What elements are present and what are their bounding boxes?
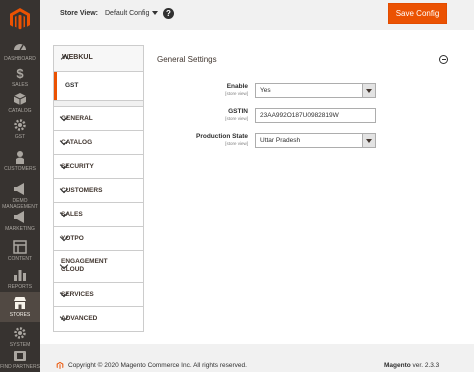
bar-chart-icon [14, 270, 26, 281]
store-icon [14, 297, 26, 309]
partners-icon [14, 351, 26, 361]
nav-stores[interactable]: Stores [0, 292, 40, 322]
gear-icon [14, 119, 26, 131]
magento-logo-small [56, 361, 64, 369]
nav-marketing-label: Marketing [5, 226, 35, 232]
nav-reports-label: Reports [7, 284, 33, 290]
tab-engagement-cloud[interactable]: ENGAGEMENT CLOUD [54, 251, 143, 283]
enable-value: Yes [260, 87, 271, 94]
tab-advanced[interactable]: ADVANCED [54, 307, 143, 331]
production-state-select[interactable]: Uttar Pradesh [255, 133, 376, 148]
gstin-label: GSTIN [228, 108, 248, 115]
nav-gst[interactable]: GST [0, 114, 40, 148]
nav-marketing[interactable]: Marketing [0, 206, 40, 240]
tab-sales[interactable]: SALES [54, 203, 143, 227]
nav-customers[interactable]: Customers [0, 146, 40, 180]
tab-security[interactable]: SECURITY [54, 155, 143, 179]
enable-select[interactable]: Yes [255, 83, 376, 98]
svg-text:$: $ [16, 66, 24, 80]
config-tabs: WEBKUL GST GENERAL CATALOG SECURITY CUST… [53, 45, 144, 332]
tab-general[interactable]: GENERAL [54, 107, 143, 131]
store-view-value: Default Config [105, 10, 150, 17]
nav-gst-label: GST [14, 134, 26, 140]
nav-stores-label: Stores [9, 312, 31, 318]
chevron-down-icon [362, 134, 375, 147]
section-title[interactable]: General Settings [157, 55, 217, 64]
gstin-value: 23AA992O187U0982819W [260, 112, 339, 119]
help-icon[interactable]: ? [163, 8, 174, 19]
tab-services[interactable]: SERVICES [54, 283, 143, 307]
brand-name: Magento [384, 362, 411, 369]
layout-icon [13, 240, 27, 254]
tab-catalog[interactable]: CATALOG [54, 131, 143, 155]
tab-group-webkul[interactable]: WEBKUL [54, 46, 143, 72]
gear-icon [14, 327, 26, 339]
chevron-down-icon [152, 11, 159, 16]
production-state-value: Uttar Pradesh [260, 137, 301, 144]
gstin-scope: [store view] [225, 116, 248, 121]
admin-menu: Dashboard $ Sales Catalog GST Customers … [0, 0, 40, 372]
store-view-switcher[interactable]: Default Config [105, 10, 159, 17]
store-view-label: Store View: [60, 10, 98, 17]
version-number: ver. 2.3.3 [410, 362, 440, 369]
megaphone-icon [14, 211, 24, 223]
magento-logo[interactable] [8, 7, 32, 31]
nav-find-partners[interactable]: Find Partners [0, 348, 40, 372]
production-state-scope: [store view] [225, 141, 248, 146]
version-info: Magento ver. 2.3.3 [384, 362, 439, 369]
tab-customers[interactable]: CUSTOMERS [54, 179, 143, 203]
save-config-button[interactable]: Save Config [388, 3, 447, 24]
enable-scope: [store view] [225, 91, 248, 96]
production-state-label: Production State [195, 133, 248, 140]
tab-gst[interactable]: GST [54, 72, 143, 101]
enable-label: Enable [226, 83, 248, 90]
nav-customers-label: Customers [4, 166, 36, 172]
active-indicator [54, 72, 57, 100]
user-icon [16, 151, 24, 164]
gstin-input[interactable]: 23AA992O187U0982819W [255, 108, 376, 123]
cube-icon [13, 93, 27, 105]
nav-content-label: Content [7, 256, 33, 262]
tab-label: ENGAGEMENT CLOUD [61, 258, 108, 273]
dollar-icon: $ [16, 66, 24, 80]
tab-yotpo[interactable]: YOTPO [54, 227, 143, 251]
megaphone-icon [14, 183, 24, 195]
copyright: Copyright © 2020 Magento Commerce Inc. A… [68, 362, 247, 369]
collapse-icon[interactable] [439, 55, 448, 64]
dashboard-icon [14, 44, 26, 51]
chevron-down-icon [362, 84, 375, 97]
tab-gst-label: GST [65, 82, 79, 89]
nav-find-partners-label: Find Partners [0, 364, 40, 370]
